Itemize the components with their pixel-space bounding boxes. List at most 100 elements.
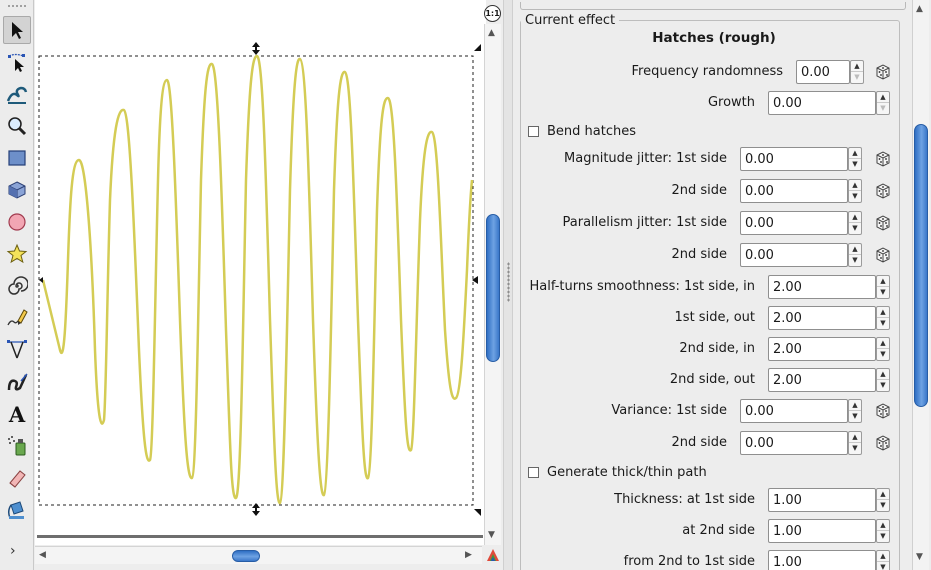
randomize-dice-icon[interactable]: [874, 150, 892, 168]
param-2-spinner[interactable]: ▲ ▼: [848, 147, 862, 171]
canvas-horizontal-scrollbar[interactable]: ◀ ▶: [35, 546, 482, 564]
param-10-field[interactable]: [740, 399, 848, 423]
param-6-input[interactable]: [769, 276, 875, 298]
spin-down-icon[interactable]: ▼: [877, 318, 889, 329]
param-7-input[interactable]: [769, 307, 875, 329]
toolbox-overflow-icon[interactable]: ›: [10, 543, 16, 559]
randomize-dice-icon[interactable]: [874, 246, 892, 264]
spin-up-icon[interactable]: ▲: [877, 520, 889, 531]
param-9-spinner[interactable]: ▲ ▼: [876, 368, 890, 392]
param-6-field[interactable]: [768, 275, 876, 299]
spin-down-icon[interactable]: ▼: [851, 72, 863, 83]
param-12-spinner[interactable]: ▲ ▼: [876, 488, 890, 512]
spin-up-icon[interactable]: ▲: [849, 148, 861, 159]
spin-down-icon[interactable]: ▼: [849, 443, 861, 454]
param-4-field[interactable]: [740, 211, 848, 235]
param-12-field[interactable]: [768, 488, 876, 512]
scale-handle-top-icon[interactable]: [252, 42, 260, 55]
spin-up-icon[interactable]: ▲: [877, 489, 889, 500]
hatches-path[interactable]: [41, 54, 474, 505]
spin-down-icon[interactable]: ▼: [877, 500, 889, 511]
param-5-input[interactable]: [741, 244, 847, 266]
spin-up-icon[interactable]: ▲: [877, 551, 889, 562]
param-2-input[interactable]: [741, 148, 847, 170]
zoom-1to1-icon[interactable]: 1:1: [484, 5, 501, 22]
spin-down-icon[interactable]: ▼: [877, 103, 889, 114]
param-4-spinner[interactable]: ▲ ▼: [848, 211, 862, 235]
generate-thick-thin-checkbox[interactable]: [528, 467, 539, 478]
param-1-spinner[interactable]: ▲ ▼: [876, 91, 890, 115]
spin-up-icon[interactable]: ▲: [877, 307, 889, 318]
param-2-field[interactable]: [740, 147, 848, 171]
param-0-spinner[interactable]: ▲ ▼: [850, 60, 864, 84]
param-8-input[interactable]: [769, 338, 875, 360]
generate-thick-thin-checkbox-row[interactable]: Generate thick/thin path: [528, 465, 707, 480]
dialog-vertical-scrollbar[interactable]: ▲ ▼: [912, 0, 929, 570]
param-7-spinner[interactable]: ▲ ▼: [876, 306, 890, 330]
bend-hatches-checkbox-row[interactable]: Bend hatches: [528, 124, 636, 139]
spin-down-icon[interactable]: ▼: [849, 223, 861, 234]
spin-up-icon[interactable]: ▲: [849, 400, 861, 411]
scale-handle-bottom-icon[interactable]: [252, 503, 260, 516]
param-11-input[interactable]: [741, 432, 847, 454]
param-1-field[interactable]: [768, 91, 876, 115]
param-11-field[interactable]: [740, 431, 848, 455]
spin-down-icon[interactable]: ▼: [877, 349, 889, 360]
param-11-spinner[interactable]: ▲ ▼: [848, 431, 862, 455]
spin-down-icon[interactable]: ▼: [849, 411, 861, 422]
spin-up-icon[interactable]: ▲: [877, 369, 889, 380]
bend-hatches-checkbox[interactable]: [528, 126, 539, 137]
scroll-left-icon[interactable]: ◀: [39, 550, 46, 560]
param-7-field[interactable]: [768, 306, 876, 330]
param-14-spinner[interactable]: ▲ ▼: [876, 550, 890, 570]
scale-handles[interactable]: [39, 42, 481, 516]
param-1-input[interactable]: [769, 92, 875, 114]
param-10-input[interactable]: [741, 400, 847, 422]
randomize-dice-icon[interactable]: [874, 214, 892, 232]
param-9-field[interactable]: [768, 368, 876, 392]
randomize-dice-icon[interactable]: [874, 402, 892, 420]
dock-resize-handle[interactable]: [503, 0, 513, 570]
param-14-field[interactable]: [768, 550, 876, 570]
param-3-field[interactable]: [740, 179, 848, 203]
param-13-spinner[interactable]: ▲ ▼: [876, 519, 890, 543]
spin-up-icon[interactable]: ▲: [849, 432, 861, 443]
param-0-field[interactable]: [796, 60, 850, 84]
spin-up-icon[interactable]: ▲: [877, 338, 889, 349]
spin-down-icon[interactable]: ▼: [877, 287, 889, 298]
param-6-spinner[interactable]: ▲ ▼: [876, 275, 890, 299]
param-14-input[interactable]: [769, 551, 875, 570]
param-5-spinner[interactable]: ▲ ▼: [848, 243, 862, 267]
param-0-input[interactable]: [797, 61, 849, 83]
randomize-dice-icon[interactable]: [874, 63, 892, 81]
param-8-spinner[interactable]: ▲ ▼: [876, 337, 890, 361]
canvas-vertical-scroll-thumb[interactable]: [486, 214, 500, 362]
spin-up-icon[interactable]: ▲: [851, 61, 863, 72]
spin-down-icon[interactable]: ▼: [877, 380, 889, 391]
randomize-dice-icon[interactable]: [874, 434, 892, 452]
spin-up-icon[interactable]: ▲: [849, 212, 861, 223]
scroll-up-icon[interactable]: ▲: [488, 28, 495, 38]
spin-up-icon[interactable]: ▲: [877, 92, 889, 103]
color-management-icon[interactable]: [486, 548, 500, 562]
dialog-scroll-up-icon[interactable]: ▲: [916, 4, 923, 14]
spin-down-icon[interactable]: ▼: [849, 191, 861, 202]
param-3-spinner[interactable]: ▲ ▼: [848, 179, 862, 203]
canvas-vertical-scrollbar[interactable]: ▲ ▼: [484, 24, 501, 545]
canvas-horizontal-scroll-thumb[interactable]: [232, 550, 260, 562]
scale-handle-top-right-icon[interactable]: [474, 44, 481, 51]
param-5-field[interactable]: [740, 243, 848, 267]
param-12-input[interactable]: [769, 489, 875, 511]
spin-up-icon[interactable]: ▲: [849, 180, 861, 191]
spin-up-icon[interactable]: ▲: [877, 276, 889, 287]
dialog-vertical-scroll-thumb[interactable]: [914, 124, 928, 407]
spin-down-icon[interactable]: ▼: [877, 531, 889, 542]
param-10-spinner[interactable]: ▲ ▼: [848, 399, 862, 423]
spin-down-icon[interactable]: ▼: [877, 562, 889, 570]
randomize-dice-icon[interactable]: [874, 182, 892, 200]
scroll-down-icon[interactable]: ▼: [488, 530, 495, 540]
param-3-input[interactable]: [741, 180, 847, 202]
spin-up-icon[interactable]: ▲: [849, 244, 861, 255]
param-9-input[interactable]: [769, 369, 875, 391]
param-8-field[interactable]: [768, 337, 876, 361]
